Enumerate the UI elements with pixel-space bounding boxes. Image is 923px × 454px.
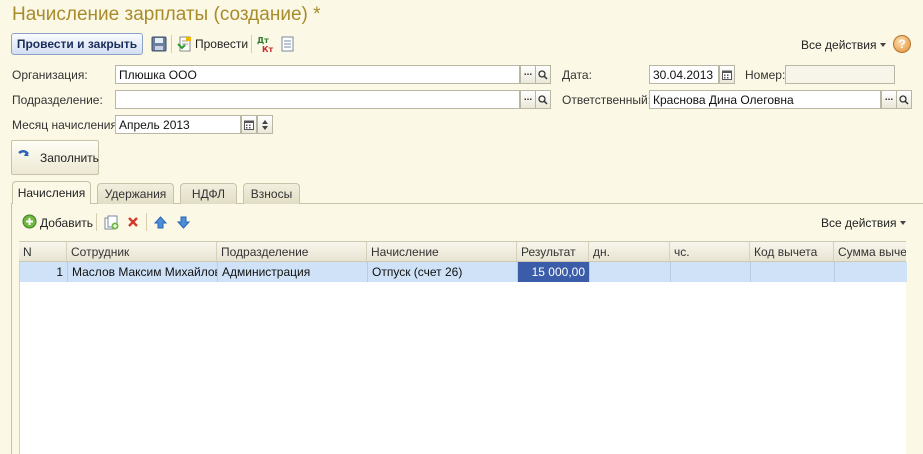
column-header-hours[interactable]: чс. xyxy=(670,242,750,261)
toolbar-separator xyxy=(251,35,252,53)
window-title: Начисление зарплаты (создание) * xyxy=(12,4,321,25)
move-up-icon[interactable] xyxy=(153,214,168,230)
chevron-down-icon xyxy=(880,43,887,47)
post-button[interactable]: Провести xyxy=(195,37,248,51)
table-all-actions-label: Все действия xyxy=(821,216,897,230)
all-actions-menu[interactable]: Все действия xyxy=(801,38,887,52)
organization-select-button[interactable]: ... xyxy=(520,65,536,84)
organization-search-icon[interactable] xyxy=(535,65,551,84)
department-select-button[interactable]: ... xyxy=(520,90,536,109)
toolbar-separator xyxy=(146,213,147,231)
copy-row-icon[interactable] xyxy=(103,214,119,230)
fill-button-label: Заполнить xyxy=(40,150,99,165)
column-header-deduction-code[interactable]: Код вычета xyxy=(750,242,834,261)
debit-credit-icon[interactable]: Дт Кт xyxy=(256,34,274,54)
department-field[interactable] xyxy=(115,90,520,109)
column-header-employee[interactable]: Сотрудник xyxy=(67,242,217,261)
svg-text:Дт: Дт xyxy=(257,36,269,45)
table-body: 1 Маслов Максим Михайлович Администрация… xyxy=(19,262,907,454)
post-document-icon[interactable] xyxy=(176,35,193,53)
column-header-result[interactable]: Результат xyxy=(517,242,589,261)
responsible-field[interactable]: Краснова Дина Олеговна xyxy=(649,90,881,109)
add-row-label: Добавить xyxy=(40,216,94,230)
post-and-close-button[interactable]: Провести и закрыть xyxy=(11,33,143,55)
number-label: Номер: xyxy=(745,68,786,82)
column-header-accrual[interactable]: Начисление xyxy=(367,242,517,261)
chevron-down-icon[interactable] xyxy=(262,125,268,130)
organization-field[interactable]: Плюшка ООО xyxy=(115,65,520,84)
tab-deductions[interactable]: Удержания xyxy=(97,183,174,204)
all-actions-label: Все действия xyxy=(801,38,877,52)
date-label: Дата: xyxy=(562,68,592,82)
column-header-n[interactable]: N xyxy=(19,242,67,261)
chevron-up-icon[interactable] xyxy=(262,119,268,124)
table-all-actions-menu[interactable]: Все действия xyxy=(821,216,907,230)
cell-accrual[interactable]: Отпуск (счет 26) xyxy=(368,262,518,282)
save-icon[interactable] xyxy=(150,35,168,53)
tab-ndfl[interactable]: НДФЛ xyxy=(180,183,237,204)
table-row[interactable]: 1 Маслов Максим Михайлович Администрация… xyxy=(20,262,907,282)
department-label: Подразделение: xyxy=(12,93,103,107)
add-icon xyxy=(22,214,37,232)
responsible-select-button[interactable]: ... xyxy=(881,90,897,109)
number-field[interactable] xyxy=(785,65,895,84)
column-header-department[interactable]: Подразделение xyxy=(217,242,367,261)
cell-n: 1 xyxy=(20,262,68,282)
month-field[interactable]: Апрель 2013 xyxy=(115,115,241,134)
document-icon[interactable] xyxy=(280,35,296,53)
add-row-button[interactable]: Добавить xyxy=(22,214,93,232)
month-stepper[interactable] xyxy=(257,115,273,134)
help-icon[interactable]: ? xyxy=(893,35,911,53)
toolbar-separator xyxy=(96,213,97,231)
cell-hours[interactable] xyxy=(671,262,751,282)
svg-text:Кт: Кт xyxy=(262,45,274,54)
department-search-icon[interactable] xyxy=(535,90,551,109)
cell-deduction-sum[interactable] xyxy=(835,262,907,282)
responsible-search-icon[interactable] xyxy=(896,90,912,109)
fill-button[interactable]: Заполнить xyxy=(11,140,99,175)
tab-accruals[interactable]: Начисления xyxy=(12,181,91,204)
month-label: Месяц начисления: xyxy=(12,118,121,132)
toolbar-separator xyxy=(171,35,172,53)
column-header-days[interactable]: дн. xyxy=(589,242,670,261)
cell-department[interactable]: Администрация xyxy=(218,262,368,282)
calendar-icon[interactable] xyxy=(719,65,735,84)
chevron-down-icon xyxy=(900,221,907,225)
month-calendar-icon[interactable] xyxy=(241,115,257,134)
cell-result[interactable]: 15 000,00 xyxy=(518,262,590,282)
responsible-label: Ответственный: xyxy=(562,93,652,107)
delete-row-icon[interactable] xyxy=(125,214,140,230)
date-field[interactable]: 30.04.2013 xyxy=(649,65,719,84)
organization-label: Организация: xyxy=(12,68,88,82)
move-down-icon[interactable] xyxy=(176,214,191,230)
cell-deduction-code[interactable] xyxy=(751,262,835,282)
tab-contributions[interactable]: Взносы xyxy=(243,183,300,204)
cell-employee[interactable]: Маслов Максим Михайлович xyxy=(68,262,218,282)
cell-days[interactable] xyxy=(590,262,671,282)
column-header-deduction-sum[interactable]: Сумма вычет xyxy=(834,242,906,261)
fill-arrow-icon xyxy=(17,149,31,166)
table-header: N Сотрудник Подразделение Начисление Рез… xyxy=(19,241,906,262)
